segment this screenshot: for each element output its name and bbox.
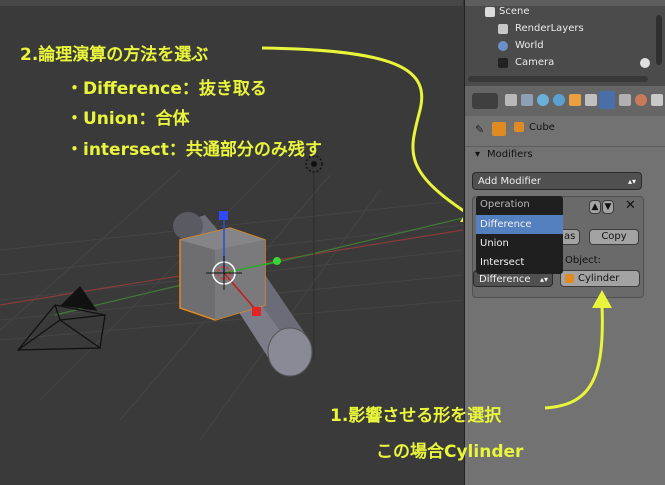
updown-icon: ▴▾: [627, 177, 636, 186]
outliner-row-world[interactable]: World: [465, 38, 665, 55]
object-tab-icon[interactable]: [569, 94, 581, 106]
modifiers-collapse-icon[interactable]: ▾: [475, 149, 480, 160]
move-down-button[interactable]: ▼: [602, 200, 614, 214]
object-field-cylinder[interactable]: Cylinder: [560, 270, 640, 287]
operation-selected: Difference: [479, 274, 531, 285]
annotation-step1-sub: この場合Cylinder: [376, 442, 524, 462]
operation-popup-menu: Operation Difference Union Intersect: [476, 196, 563, 274]
menu-item-union[interactable]: Union: [476, 234, 563, 253]
render-layers-icon: [498, 24, 508, 34]
pin-icon[interactable]: ✎: [475, 123, 487, 136]
modifiers-header: Modifiers: [487, 149, 533, 160]
menu-item-label: Union: [480, 238, 509, 249]
outliner-label: Camera: [515, 57, 555, 68]
cube-data-icon: [514, 122, 524, 132]
annotation-difference: ・Difference：抜き取る: [66, 79, 267, 99]
outliner-label: World: [515, 40, 544, 51]
eye-icon[interactable]: [640, 58, 650, 68]
copy-label: Copy: [601, 231, 627, 242]
scene-icon: [485, 7, 495, 17]
mesh-icon: [565, 274, 574, 283]
menu-item-label: Difference: [480, 219, 532, 230]
menu-item-intersect[interactable]: Intersect: [476, 253, 563, 272]
outliner-vscrollbar[interactable]: [656, 15, 662, 65]
world-icon: [498, 41, 508, 51]
data-tab-icon[interactable]: [619, 94, 631, 106]
arrow-to-operation: [261, 46, 463, 213]
cube-object-icon: [492, 122, 506, 136]
outliner-label: Scene: [499, 6, 530, 17]
menu-item-difference[interactable]: Difference: [476, 215, 563, 234]
layers-tab-icon[interactable]: [521, 94, 533, 106]
world-tab-icon[interactable]: [553, 94, 565, 106]
outliner-label: RenderLayers: [515, 23, 584, 34]
annotation-step1-title: 1.影響させる形を選択: [330, 406, 502, 426]
camera-icon: [498, 58, 508, 68]
constraints-tab-icon[interactable]: [585, 94, 597, 106]
object-field-label: Object:: [565, 255, 601, 266]
properties-tab-bar: [465, 86, 665, 116]
outliner-row-renderlayers[interactable]: RenderLayers: [465, 21, 665, 38]
outliner-row-scene[interactable]: Scene: [465, 4, 665, 21]
close-icon[interactable]: ✕: [625, 198, 636, 213]
separator: [465, 146, 665, 147]
scene-tab-icon[interactable]: [537, 94, 549, 106]
menu-item-label: Intersect: [480, 257, 525, 268]
outliner-row-camera[interactable]: Camera: [465, 55, 665, 72]
editor-type-button[interactable]: [472, 93, 498, 109]
modifiers-tab-icon[interactable]: [599, 91, 615, 109]
object-name-label: Cube: [529, 122, 555, 133]
outliner-panel[interactable]: Scene RenderLayers World Camera: [464, 0, 665, 86]
annotation-intersect: ・intersect：共通部分のみ残す: [66, 140, 322, 160]
move-up-button[interactable]: ▲: [589, 200, 601, 214]
copy-button[interactable]: Copy: [589, 229, 639, 245]
texture-tab-icon[interactable]: [651, 94, 663, 106]
annotation-union: ・Union：合体: [66, 109, 190, 129]
operation-menu-title: Operation: [480, 199, 530, 210]
annotation-step2-title: 2.論理演算の方法を選ぶ: [20, 45, 209, 65]
add-modifier-label: Add Modifier: [478, 176, 541, 187]
render-tab-icon[interactable]: [505, 94, 517, 106]
add-modifier-dropdown[interactable]: Add Modifier ▴▾: [472, 172, 642, 190]
outliner-scrollbar[interactable]: [468, 76, 648, 82]
object-value: Cylinder: [578, 273, 620, 284]
material-tab-icon[interactable]: [635, 94, 647, 106]
